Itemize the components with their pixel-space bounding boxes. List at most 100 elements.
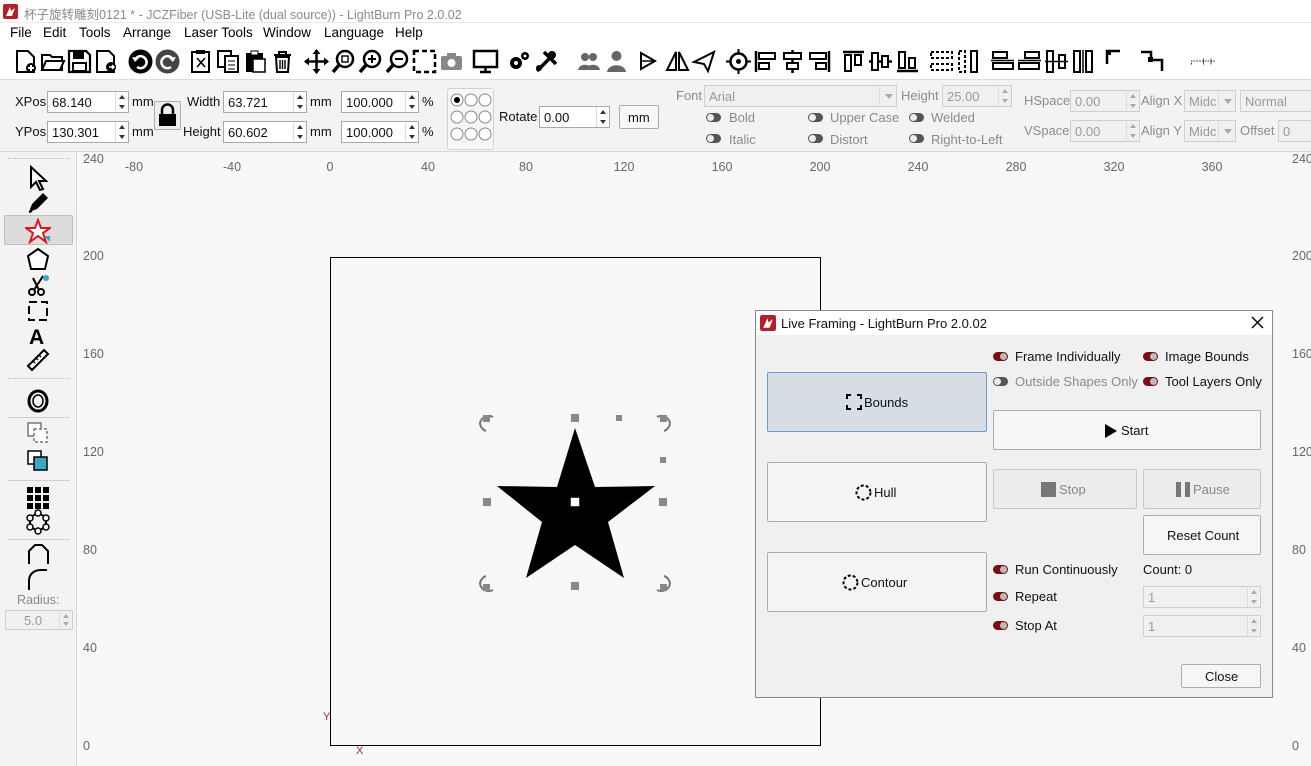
flip-vertical-icon[interactable] [664, 48, 691, 75]
dotted-path-icon[interactable] [1190, 48, 1217, 75]
devices-monitor-icon[interactable] [472, 48, 499, 75]
camera-icon[interactable] [438, 48, 465, 75]
group-users-icon[interactable] [576, 48, 603, 75]
corner-top-left-icon[interactable] [1104, 48, 1131, 75]
menu-laser-tools[interactable]: Laser Tools [184, 25, 253, 40]
distribute-vertical-icon[interactable] [955, 48, 982, 75]
vspace-stepper[interactable] [1126, 121, 1139, 141]
text-style-select[interactable]: Normal [1240, 90, 1311, 112]
radius-input[interactable]: 5.0 [5, 610, 73, 630]
distribute-horizontal-icon[interactable] [928, 48, 955, 75]
align-x-select[interactable]: Midc [1184, 90, 1236, 112]
hspace-stepper[interactable] [1126, 91, 1139, 111]
scale-y-input[interactable]: 100.000 [341, 121, 419, 143]
offset-ring-icon[interactable] [25, 388, 51, 414]
send-paper-plane-icon[interactable] [691, 48, 718, 75]
font-dropdown-icon[interactable] [879, 86, 896, 106]
reset-count-button[interactable]: Reset Count [1143, 515, 1261, 555]
menu-arrange[interactable]: Arrange [123, 25, 171, 40]
center-target-icon[interactable] [725, 48, 752, 75]
boolean-difference-icon[interactable] [25, 448, 51, 474]
height-stepper[interactable] [293, 122, 306, 142]
frame-individually-toggle[interactable] [993, 352, 1008, 361]
bold-toggle[interactable] [706, 113, 721, 122]
unit-toggle-button[interactable]: mm [619, 105, 659, 129]
dock-right-icon[interactable] [1016, 48, 1043, 75]
menu-tools[interactable]: Tools [79, 25, 111, 40]
radius-stepper[interactable] [59, 611, 72, 629]
dock-top-icon[interactable] [1043, 48, 1070, 75]
scale-x-input[interactable]: 100.000 [341, 91, 419, 113]
height-input[interactable]: 60.602 [223, 121, 307, 143]
align-center-icon[interactable] [779, 48, 806, 75]
rotate-stepper[interactable] [596, 107, 609, 127]
copy-icon[interactable] [215, 48, 242, 75]
welded-toggle[interactable] [909, 113, 924, 122]
menu-file[interactable]: File [10, 25, 32, 40]
edit-nodes-scissors-icon[interactable] [25, 272, 51, 298]
xpos-stepper[interactable] [115, 92, 128, 112]
repeat-stepper[interactable] [1247, 587, 1260, 607]
grid-array-icon[interactable] [25, 485, 51, 511]
cut-icon[interactable] [188, 48, 215, 75]
select-arrow-icon[interactable] [25, 165, 51, 191]
lock-aspect-button[interactable] [154, 101, 181, 130]
xpos-input[interactable]: 68.140 [47, 91, 129, 113]
bounds-button[interactable]: Bounds [767, 372, 987, 432]
step-path-icon[interactable] [1138, 48, 1165, 75]
repeat-input[interactable]: 1 [1143, 586, 1261, 608]
draw-pen-icon[interactable] [25, 190, 51, 216]
stop-at-toggle[interactable] [993, 621, 1008, 630]
move-icon[interactable] [303, 48, 330, 75]
zoom-page-icon[interactable] [330, 48, 357, 75]
corner-chamfer-icon[interactable] [25, 542, 51, 568]
machine-settings-icon[interactable] [506, 48, 533, 75]
dock-bottom-icon[interactable] [1070, 48, 1097, 75]
stop-at-stepper[interactable] [1247, 616, 1260, 636]
star-tool-icon[interactable] [25, 218, 51, 244]
menu-edit[interactable]: Edit [43, 25, 66, 40]
pause-button[interactable]: Pause [1143, 469, 1261, 509]
frame-icon[interactable] [411, 48, 438, 75]
menu-help[interactable]: Help [395, 25, 423, 40]
circular-array-icon[interactable] [25, 509, 51, 535]
rectangle-tool-icon[interactable] [25, 298, 51, 324]
paste-icon[interactable] [242, 48, 269, 75]
open-file-icon[interactable] [39, 48, 66, 75]
menu-language[interactable]: Language [324, 25, 384, 40]
align-y-select[interactable]: Midc [1184, 120, 1236, 142]
outside-shapes-only-toggle[interactable] [993, 377, 1008, 386]
menu-window[interactable]: Window [263, 25, 311, 40]
undo-icon[interactable] [127, 48, 154, 75]
anchor-radio-icons[interactable] [448, 89, 495, 151]
align-x-dropdown-icon[interactable] [1218, 91, 1235, 111]
ypos-stepper[interactable] [115, 122, 128, 142]
align-middle-icon[interactable] [867, 48, 894, 75]
delete-icon[interactable] [269, 48, 296, 75]
save-file-icon[interactable] [66, 48, 93, 75]
zoom-in-icon[interactable] [357, 48, 384, 75]
close-icon[interactable] [1251, 316, 1264, 329]
vspace-input[interactable]: 0.00 [1070, 120, 1140, 142]
align-bottom-icon[interactable] [894, 48, 921, 75]
scale-y-stepper[interactable] [405, 122, 418, 142]
ypos-input[interactable]: 130.301 [47, 121, 129, 143]
font-select[interactable]: Arial [704, 85, 897, 107]
offset-input[interactable]: 0 [1278, 120, 1311, 142]
start-button[interactable]: Start [993, 410, 1261, 450]
tool-layers-only-toggle[interactable] [1143, 377, 1158, 386]
align-left-icon[interactable] [752, 48, 779, 75]
right-to-left-toggle[interactable] [909, 134, 924, 143]
boolean-union-icon[interactable] [25, 420, 51, 446]
dock-left-icon[interactable] [989, 48, 1016, 75]
measure-ruler-icon[interactable] [25, 347, 51, 373]
image-bounds-toggle[interactable] [1143, 352, 1158, 361]
hspace-input[interactable]: 0.00 [1070, 90, 1140, 112]
close-button[interactable]: Close [1181, 664, 1261, 688]
width-input[interactable]: 63.721 [223, 91, 307, 113]
text-height-input[interactable]: 25.00 [942, 85, 1012, 107]
ungroup-user-icon[interactable] [603, 48, 630, 75]
selected-star-shape[interactable] [472, 407, 682, 607]
zoom-out-icon[interactable] [384, 48, 411, 75]
corner-fillet-icon[interactable] [25, 567, 51, 593]
